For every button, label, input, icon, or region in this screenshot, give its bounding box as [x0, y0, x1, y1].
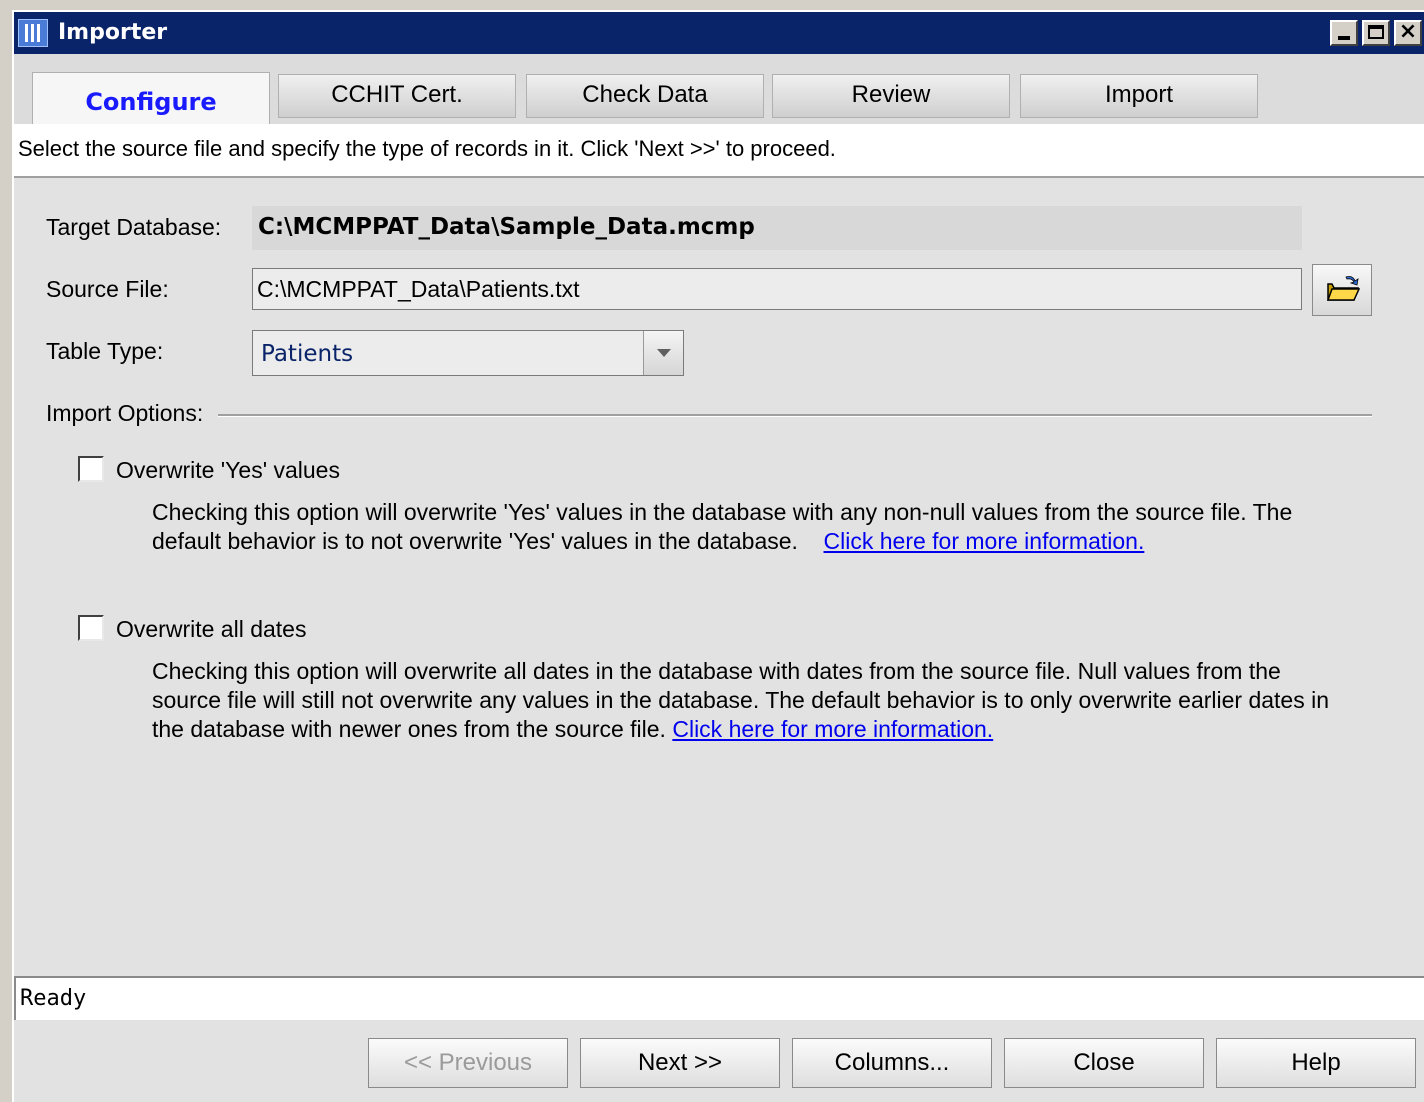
instruction-text: Select the source file and specify the t… [18, 136, 836, 161]
next-button[interactable]: Next >> [580, 1038, 780, 1088]
instruction-bar: Select the source file and specify the t… [14, 124, 1424, 178]
target-database-field: C:\MCMPPAT_Data\Sample_Data.mcmp [252, 206, 1302, 250]
chevron-down-icon [657, 349, 671, 357]
overwrite-yes-label[interactable]: Overwrite 'Yes' values [116, 457, 340, 484]
help-button[interactable]: Help [1216, 1038, 1416, 1088]
target-database-label: Target Database: [46, 214, 222, 240]
table-type-select[interactable]: Patients [252, 330, 684, 376]
previous-button[interactable]: << Previous [368, 1038, 568, 1088]
overwrite-yes-checkbox[interactable] [78, 456, 104, 482]
import-options-label: Import Options: [46, 400, 204, 426]
maximize-icon [1368, 25, 1384, 39]
overwrite-dates-label[interactable]: Overwrite all dates [116, 616, 306, 643]
overwrite-dates-checkbox[interactable] [78, 615, 104, 641]
source-file-input[interactable] [252, 268, 1302, 310]
close-window-button[interactable]: × [1394, 20, 1422, 46]
tab-check-data[interactable]: Check Data [526, 74, 764, 118]
status-bar: Ready [14, 976, 1424, 1020]
tab-import[interactable]: Import [1020, 74, 1258, 118]
overwrite-yes-info-link[interactable]: Click here for more information. [824, 528, 1145, 554]
minimize-button[interactable] [1330, 20, 1358, 46]
overwrite-dates-description: Checking this option will overwrite all … [152, 657, 1332, 744]
close-icon: × [1398, 19, 1418, 44]
table-type-value: Patients [261, 341, 354, 367]
open-folder-icon [1326, 276, 1361, 301]
tab-configure[interactable]: Configure [32, 72, 270, 124]
overwrite-dates-info-link[interactable]: Click here for more information. [672, 716, 993, 742]
source-file-label: Source File: [46, 276, 169, 302]
tab-cchit-cert[interactable]: CCHIT Cert. [278, 74, 516, 118]
window-title: Importer [58, 20, 168, 45]
overwrite-yes-description: Checking this option will overwrite 'Yes… [152, 498, 1332, 556]
target-database-value: C:\MCMPPAT_Data\Sample_Data.mcmp [258, 214, 755, 240]
maximize-button[interactable] [1362, 20, 1390, 46]
status-text: Ready [20, 986, 87, 1011]
close-button[interactable]: Close [1004, 1038, 1204, 1088]
title-bar[interactable]: Importer × [14, 12, 1424, 54]
tab-strip: Configure CCHIT Cert. Check Data Review … [14, 54, 1424, 124]
importer-app-icon [18, 19, 48, 47]
import-options-divider [218, 414, 1372, 417]
table-type-label: Table Type: [46, 338, 164, 364]
browse-button[interactable] [1312, 264, 1372, 316]
tab-review[interactable]: Review [772, 74, 1010, 118]
minimize-icon [1338, 36, 1350, 40]
columns-button[interactable]: Columns... [792, 1038, 992, 1088]
table-type-dropdown-button[interactable] [643, 331, 683, 375]
